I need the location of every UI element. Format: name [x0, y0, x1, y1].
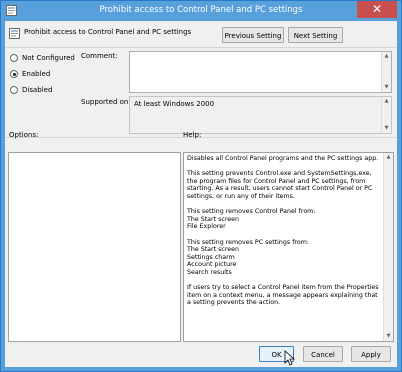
supported-on-value: At least Windows 2000	[134, 100, 215, 108]
apply-button[interactable]: Apply	[351, 346, 391, 362]
scroll-down-arrow-icon[interactable]: ▼	[384, 332, 393, 341]
help-panel[interactable]: Disables all Control Panel programs and …	[183, 152, 394, 342]
close-icon: ✕	[371, 2, 383, 16]
help-label: Help:	[183, 131, 202, 139]
policy-icon	[9, 28, 20, 39]
radio-enabled-circle[interactable]	[10, 70, 18, 78]
supported-on-label: Supported on:	[81, 98, 131, 106]
help-paragraph: This setting removes Control Panel from:	[187, 208, 316, 216]
options-panel	[8, 152, 181, 342]
radio-not-configured-circle[interactable]	[10, 54, 18, 62]
comment-textarea[interactable]: ▲ ▼	[129, 51, 392, 93]
radio-enabled[interactable]: Enabled	[10, 69, 50, 79]
supported-on-field: At least Windows 2000 ▲ ▼	[129, 96, 392, 134]
radio-label: Disabled	[22, 86, 53, 94]
policy-dialog-window: Prohibit access to Control Panel and PC …	[0, 0, 402, 372]
help-list-item: The Start screen	[187, 215, 240, 223]
radio-not-configured[interactable]: Not Configured	[10, 53, 75, 63]
radio-disabled[interactable]: Disabled	[10, 85, 52, 95]
help-paragraph: Disables all Control Panel programs and …	[187, 155, 379, 162]
help-list-item: Search results	[187, 268, 232, 276]
policy-name: Prohibit access to Control Panel and PC …	[24, 28, 192, 36]
radio-label: Enabled	[22, 70, 51, 78]
radio-disabled-circle[interactable]	[10, 86, 18, 94]
options-label: Options:	[9, 131, 39, 139]
scroll-down-arrow-icon[interactable]: ▼	[382, 124, 391, 133]
dialog-client-area: Prohibit access to Control Panel and PC …	[5, 21, 397, 367]
window-title: Prohibit access to Control Panel and PC …	[99, 5, 303, 15]
comment-label: Comment:	[81, 52, 118, 60]
scroll-up-arrow-icon[interactable]: ▲	[382, 97, 391, 106]
help-scrollbar[interactable]: ▲ ▼	[383, 153, 393, 341]
help-list-item: The Start screen	[187, 246, 240, 254]
header-divider	[5, 47, 397, 48]
help-scroll-track[interactable]: ▲ ▼	[384, 153, 393, 341]
close-button[interactable]: ✕	[357, 1, 397, 18]
next-setting-button[interactable]: Next Setting	[288, 27, 343, 43]
help-list-item: Settings charm	[187, 253, 235, 261]
scroll-up-arrow-icon[interactable]: ▲	[384, 153, 393, 162]
help-list-item: Account picture	[187, 261, 237, 269]
title-bar[interactable]: Prohibit access to Control Panel and PC …	[1, 1, 401, 21]
mouse-pointer-icon	[284, 350, 296, 366]
radio-label: Not Configured	[22, 54, 75, 62]
help-paragraph: This setting prevents Control.exe and Sy…	[187, 170, 373, 200]
supported-scrollbar[interactable]: ▲ ▼	[381, 97, 391, 133]
help-list-item: File Explorer	[187, 223, 226, 231]
help-text: Disables all Control Panel programs and …	[187, 155, 383, 314]
help-paragraph: If users try to select a Control Panel i…	[187, 284, 379, 307]
previous-setting-button[interactable]: Previous Setting	[222, 27, 284, 43]
scroll-down-arrow-icon[interactable]: ▼	[382, 83, 391, 92]
help-paragraph: This setting removes PC settings from:	[187, 238, 309, 246]
comment-scrollbar[interactable]: ▲ ▼	[381, 52, 391, 92]
cancel-button[interactable]: Cancel	[303, 346, 343, 362]
scroll-up-arrow-icon[interactable]: ▲	[382, 52, 391, 61]
